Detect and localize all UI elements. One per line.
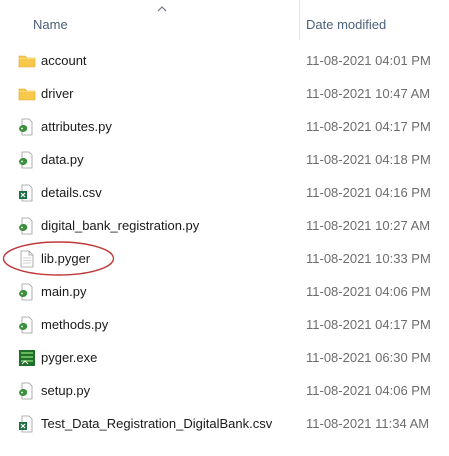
file-row-test-data-registration-csv[interactable]: Test_Data_Registration_DigitalBank.csv 1… [0,407,449,440]
file-name: details.csv [41,185,102,200]
file-row-data-py[interactable]: data.py 11-08-2021 04:18 PM [0,143,449,176]
name-column-header[interactable]: Name [0,0,299,40]
excel-csv-icon [19,184,33,202]
python-file-icon [19,316,33,334]
file-name: Test_Data_Registration_DigitalBank.csv [41,416,273,431]
file-date-modified: 11-08-2021 04:18 PM [306,152,431,167]
pyger-exe-icon [19,350,35,366]
file-date-modified: 11-08-2021 04:06 PM [306,383,431,398]
python-file-icon [19,118,33,136]
column-header-bar: Name Date modified [0,0,449,40]
file-date-modified: 11-08-2021 10:27 AM [306,218,431,233]
file-date-modified: 11-08-2021 10:33 PM [306,251,431,266]
file-name: setup.py [41,383,91,398]
file-date-modified: 11-08-2021 11:34 AM [306,416,430,431]
file-row-main-py[interactable]: main.py 11-08-2021 04:06 PM [0,275,449,308]
file-name: driver [41,86,74,101]
sort-ascending-icon [157,6,167,12]
date-modified-column-label: Date modified [306,17,387,32]
python-file-icon [19,217,33,235]
file-date-modified: 11-08-2021 04:17 PM [306,119,431,134]
file-row-lib-pyger[interactable]: lib.pyger 11-08-2021 10:33 PM [0,242,449,275]
folder-icon [18,55,36,68]
file-date-modified: 11-08-2021 04:16 PM [306,185,431,200]
file-date-modified: 11-08-2021 10:47 AM [306,86,431,101]
file-name: digital_bank_registration.py [41,218,200,233]
file-list: account 11-08-2021 04:01 PM driver 11-08… [0,44,449,440]
file-name: methods.py [41,317,109,332]
excel-csv-icon [19,415,33,433]
python-file-icon [19,382,33,400]
file-row-pyger-exe[interactable]: pyger.exe 11-08-2021 06:30 PM [0,341,449,374]
file-row-digital-bank-registration-py[interactable]: digital_bank_registration.py 11-08-2021 … [0,209,449,242]
file-name: main.py [41,284,87,299]
file-date-modified: 11-08-2021 04:06 PM [306,284,431,299]
date-modified-column-header[interactable]: Date modified [300,0,449,40]
file-name: account [41,53,87,68]
file-row-attributes-py[interactable]: attributes.py 11-08-2021 04:17 PM [0,110,449,143]
file-name: data.py [41,152,84,167]
generic-file-icon [20,250,34,268]
folder-icon [18,88,36,101]
name-column-label: Name [33,17,68,32]
file-row-driver[interactable]: driver 11-08-2021 10:47 AM [0,77,449,110]
file-name: lib.pyger [41,251,91,266]
file-row-account[interactable]: account 11-08-2021 04:01 PM [0,44,449,77]
file-name: pyger.exe [41,350,98,365]
file-date-modified: 11-08-2021 04:17 PM [306,317,431,332]
python-file-icon [19,151,33,169]
file-row-setup-py[interactable]: setup.py 11-08-2021 04:06 PM [0,374,449,407]
file-date-modified: 11-08-2021 06:30 PM [306,350,431,365]
python-file-icon [19,283,33,301]
file-row-methods-py[interactable]: methods.py 11-08-2021 04:17 PM [0,308,449,341]
file-row-details-csv[interactable]: details.csv 11-08-2021 04:16 PM [0,176,449,209]
file-date-modified: 11-08-2021 04:01 PM [306,53,431,68]
file-name: attributes.py [41,119,112,134]
